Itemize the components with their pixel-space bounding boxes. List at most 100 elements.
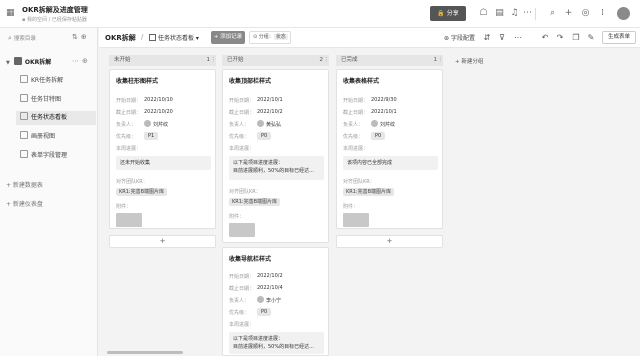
kanban-card[interactable]: 收集表格样式 开始日期： 2022/9/30 截止日期： 2022/10/1 负… (336, 69, 443, 229)
progress-note: 还未开始收集 (116, 156, 211, 170)
copy-icon[interactable]: ❐ (571, 33, 581, 43)
priority-badge: P0 (257, 308, 272, 316)
toolbar-divider (535, 8, 536, 20)
card-title: 收集导航栏样式 (229, 256, 272, 263)
priority-badge: P0 (371, 132, 386, 140)
grid-apps-icon[interactable]: ⁞ (597, 8, 608, 19)
field-label: 对齐团队KR： (343, 179, 375, 185)
sidebar-item-kr-breakdown[interactable]: KR任务拆解 (16, 74, 96, 88)
document-title[interactable]: OKR拆解及进度管理 (22, 5, 88, 15)
generate-form-button[interactable]: 生成表单 (602, 31, 636, 44)
sort-icon[interactable]: ⇵ (482, 33, 492, 43)
kanban-card[interactable]: 收集柱形图样式 开始日期： 2022/10/10 截止日期： 2022/10/2… (109, 69, 216, 229)
search-icon[interactable]: ⌕ (547, 8, 558, 19)
redo-icon[interactable]: ↷ (555, 33, 565, 43)
add-record-button[interactable]: + 添加记录 (211, 31, 245, 44)
view-switcher[interactable]: 任务状态看板 ▾ (149, 33, 199, 42)
bell-icon[interactable]: ♫ (509, 8, 520, 19)
more-icon[interactable]: ⋯ (72, 57, 82, 65)
table-icon (13, 57, 22, 65)
new-dashboard-link[interactable]: + 新建仪表盘 (6, 199, 43, 208)
sort-icon[interactable]: ⇅ (72, 33, 81, 41)
kanban-column-not-started: 未开始 1 ⋮ 收集柱形图样式 开始日期： 2022/10/10 截止日期： 202… (109, 55, 216, 248)
new-table-link[interactable]: + 新建数据表 (6, 180, 43, 189)
robot-icon[interactable]: ☖ (478, 8, 489, 19)
field-label: 截止日期： (343, 110, 369, 116)
end-date: 2022/10/20 (144, 109, 173, 115)
sidebar: ⌕ 搜索目录 ⇅⊕ ▼ OKR拆解 ⋯⊕ KR任务拆解 任务甘特图 任务状态看板 画… (0, 28, 98, 356)
attachment-thumbnail[interactable] (229, 223, 255, 237)
progress-note: 以下是项目进度进展： 目前进展顺利，50%的目标已经达... (229, 156, 324, 180)
field-label: 本周进展： (343, 146, 369, 152)
add-icon[interactable]: + (563, 8, 574, 19)
star-icon[interactable]: ☆ (82, 4, 89, 13)
search-icon: ⌕ (8, 34, 12, 42)
owner: 刘芹纹 (371, 120, 395, 128)
field-label: 负责人： (343, 122, 364, 128)
sidebar-root-okr[interactable]: ▼ OKR拆解 (6, 57, 51, 67)
share-button[interactable]: 🔒 分享 (430, 6, 466, 21)
form-icon (20, 150, 28, 158)
field-config-button[interactable]: ⊛ 字段配置 (444, 33, 475, 42)
column-header[interactable]: 未开始 1 ⋮ (109, 55, 216, 66)
new-group-button[interactable]: + 新建分组 (455, 57, 483, 65)
kanban-card[interactable]: 收集顶部栏样式 开始日期： 2022/10/1 截止日期： 2022/10/2 … (222, 69, 329, 243)
undo-icon[interactable]: ↶ (540, 33, 550, 43)
add-icon[interactable]: ⊕ (81, 33, 90, 41)
column-header[interactable]: 已完成 1 ⋮ (336, 55, 443, 66)
doc-icon[interactable]: ▤ (494, 8, 505, 19)
add-card-button[interactable]: + (109, 235, 216, 248)
sidebar-item-gantt[interactable]: 任务甘特图 (16, 93, 96, 107)
field-label: 优先级： (229, 310, 250, 316)
field-label: 截止日期： (116, 110, 142, 116)
kr-tag: KR1:完善B端图片库 (116, 188, 168, 196)
kanban-column-started: 已开始 2 ⋮ 收集顶部栏样式 开始日期： 2022/10/1 截止日期： 2022… (222, 55, 329, 356)
more-icon[interactable]: ⋯ (513, 33, 523, 43)
table-title[interactable]: OKR拆解 (105, 33, 136, 43)
add-card-button[interactable]: + (336, 235, 443, 248)
priority-badge: P1 (144, 132, 159, 140)
avatar (257, 120, 264, 127)
kanban-icon (149, 34, 156, 41)
field-label: 附件： (229, 214, 245, 220)
separator: / (141, 33, 144, 41)
comment-icon[interactable]: ✎ (586, 33, 596, 43)
end-date: 2022/10/1 (371, 109, 397, 115)
collapse-icon[interactable]: ▼ (6, 60, 10, 66)
kr-tag: KR1:完善B端图片库 (229, 198, 281, 206)
kanban-card[interactable]: 收集导航栏样式 开始日期： 2022/10/2 截止日期： 2022/10/4 … (222, 247, 329, 356)
end-date: 2022/10/4 (257, 285, 283, 291)
field-label: 对齐团队KR： (229, 189, 261, 195)
app-grid-icon[interactable]: ▦ (6, 8, 16, 18)
attachment-thumbnail[interactable] (343, 213, 369, 227)
field-label: 负责人： (229, 122, 250, 128)
avatar (144, 120, 151, 127)
field-label: 开始日期： (229, 98, 255, 104)
column-header[interactable]: 已开始 2 ⋮ (222, 55, 329, 66)
user-avatar[interactable] (617, 7, 630, 20)
sidebar-item-kanban[interactable]: 任务状态看板 (16, 111, 96, 125)
sidebar-item-form-fields[interactable]: 表单字段管理 (16, 149, 96, 163)
add-icon[interactable]: ⊕ (82, 57, 91, 65)
field-label: 对齐团队KR： (116, 179, 148, 185)
more-icon[interactable]: ⋯ (522, 8, 533, 19)
breadcrumb[interactable]: ▪ 我的空间 / 已经保存粘贴器 (22, 16, 87, 23)
card-title: 收集柱形图样式 (116, 78, 159, 85)
kr-tag: KR1:完善B端图片库 (343, 188, 395, 196)
start-date: 2022/10/1 (257, 97, 283, 103)
field-label: 截止日期： (229, 110, 255, 116)
sidebar-search[interactable]: ⌕ 搜索目录 (8, 33, 68, 43)
sidebar-item-gallery[interactable]: 画册视图 (16, 130, 96, 144)
progress-note: 以下是项目进度进展： 目前进展顺利，50%的目标已经达... (229, 332, 324, 354)
field-label: 附件： (343, 204, 359, 210)
horizontal-scrollbar[interactable] (107, 351, 183, 354)
view-toolbar: OKR拆解 / 任务状态看板 ▾ + 添加记录 ⊙ 分组： 状态 ⊛ 字段配置 ⇵… (99, 28, 640, 48)
filter-icon[interactable]: ⊽ (497, 33, 507, 43)
group-by-button[interactable]: ⊙ 分组： 状态 (249, 31, 291, 44)
field-label: 优先级： (343, 134, 364, 140)
start-date: 2022/10/10 (144, 97, 173, 103)
top-bar: ▦ OKR拆解及进度管理 ☆ ▪ 我的空间 / 已经保存粘贴器 🔒 分享 ☖ ▤… (0, 0, 640, 28)
avatar (257, 296, 264, 303)
location-icon[interactable]: ◎ (580, 8, 591, 19)
attachment-thumbnail[interactable] (116, 213, 142, 227)
